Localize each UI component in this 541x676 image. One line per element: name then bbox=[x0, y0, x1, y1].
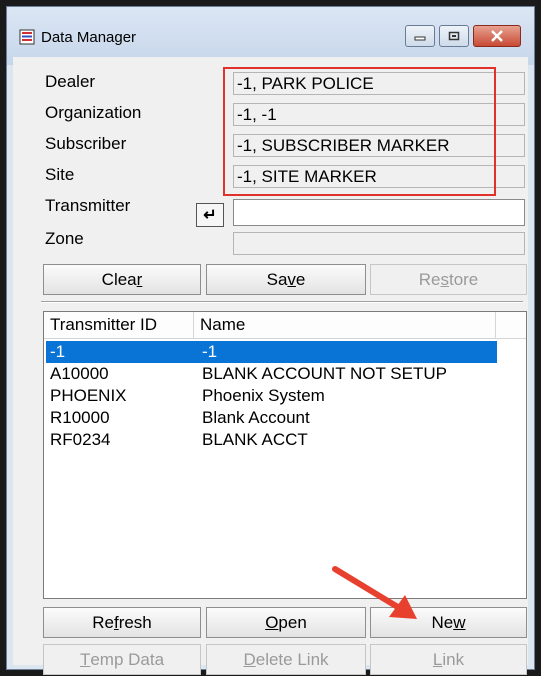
list-header: Transmitter ID Name bbox=[44, 312, 526, 339]
enter-button[interactable]: ↵ bbox=[196, 203, 224, 227]
cell-transmitter-id: PHOENIX bbox=[50, 386, 127, 405]
open-label-key: O bbox=[265, 612, 279, 632]
close-icon bbox=[491, 30, 503, 42]
transmitter-list[interactable]: Transmitter ID Name -1 -1 A10000 BLANK ACCO… bbox=[43, 311, 527, 599]
cell-name: -1 bbox=[202, 342, 218, 361]
refresh-button[interactable]: Re f resh bbox=[43, 607, 201, 638]
screenshot-frame: Data Manager Dealer -1, PARK POLICE Orga… bbox=[0, 0, 541, 676]
refresh-label-a: Re bbox=[92, 612, 114, 632]
subscriber-label: Subscriber bbox=[45, 134, 127, 153]
site-label: Site bbox=[45, 165, 75, 184]
temp-data-label-b: emp Data bbox=[90, 649, 165, 669]
clear-button[interactable]: Clea r bbox=[43, 264, 201, 295]
link-label-b: ink bbox=[442, 649, 465, 669]
list-row[interactable]: A10000 BLANK ACCOUNT NOT SETUP bbox=[46, 363, 497, 385]
zone-field bbox=[233, 232, 525, 255]
organization-field: -1, -1 bbox=[233, 103, 525, 126]
list-row[interactable]: RF0234 BLANK ACCT bbox=[46, 429, 497, 451]
list-row[interactable]: R10000 Blank Account bbox=[46, 407, 497, 429]
cell-name: Phoenix System bbox=[202, 386, 325, 405]
restore-button[interactable]: Re s tore bbox=[370, 264, 527, 295]
site-field: -1, SITE MARKER bbox=[233, 165, 525, 188]
separator bbox=[41, 301, 523, 303]
cell-transmitter-id: RF0234 bbox=[50, 430, 111, 449]
save-button[interactable]: Sa v e bbox=[206, 264, 366, 295]
maximize-button[interactable] bbox=[439, 25, 469, 47]
transmitter-label: Transmitter bbox=[45, 196, 131, 215]
save-label-b: e bbox=[295, 269, 306, 289]
delete-link-label-b: elete Link bbox=[255, 649, 329, 669]
enter-icon: ↵ bbox=[203, 207, 217, 224]
maximize-icon bbox=[448, 31, 460, 41]
zone-label: Zone bbox=[45, 229, 84, 248]
restore-label-b: tore bbox=[448, 269, 479, 289]
save-label-a: Sa bbox=[266, 269, 288, 289]
list-row[interactable]: PHOENIX Phoenix System bbox=[46, 385, 497, 407]
delete-link-button[interactable]: Delete Link bbox=[206, 644, 366, 675]
delete-link-label-key: D bbox=[243, 649, 256, 669]
refresh-label-b: resh bbox=[118, 612, 152, 632]
clear-label-a: Clea bbox=[101, 269, 137, 289]
dealer-label: Dealer bbox=[45, 72, 96, 91]
cell-name: BLANK ACCOUNT NOT SETUP bbox=[202, 364, 447, 383]
window-content: Dealer -1, PARK POLICE Organization -1, … bbox=[13, 57, 528, 675]
save-label-key: v bbox=[287, 269, 296, 289]
column-transmitter-id[interactable]: Transmitter ID bbox=[44, 312, 194, 338]
list-row[interactable]: -1 -1 bbox=[46, 341, 497, 363]
data-manager-window: Data Manager Dealer -1, PARK POLICE Orga… bbox=[6, 6, 535, 675]
new-label-key: w bbox=[453, 612, 466, 632]
app-icon bbox=[19, 29, 35, 45]
red-arrow-annotation bbox=[332, 566, 417, 619]
organization-label: Organization bbox=[45, 103, 142, 122]
restore-label-a: Re bbox=[418, 269, 441, 289]
subscriber-field: -1, SUBSCRIBER MARKER bbox=[233, 134, 525, 157]
transmitter-input[interactable] bbox=[233, 199, 525, 226]
link-label-key: L bbox=[432, 649, 443, 669]
restore-label-key: s bbox=[440, 269, 449, 289]
minimize-icon bbox=[414, 36, 426, 41]
column-name[interactable]: Name bbox=[194, 312, 496, 338]
link-button[interactable]: Link bbox=[370, 644, 527, 675]
close-button[interactable] bbox=[473, 25, 521, 47]
temp-data-button[interactable]: Temp Data bbox=[43, 644, 201, 675]
new-label-a: Ne bbox=[431, 612, 454, 632]
temp-data-label-key: T bbox=[79, 649, 91, 669]
cell-transmitter-id: -1 bbox=[50, 342, 66, 361]
cell-name: Blank Account bbox=[202, 408, 310, 427]
window-title: Data Manager bbox=[41, 29, 137, 46]
open-label-b: pen bbox=[278, 612, 307, 632]
minimize-button[interactable] bbox=[405, 25, 435, 47]
cell-transmitter-id: A10000 bbox=[50, 364, 109, 383]
cell-name: BLANK ACCT bbox=[202, 430, 308, 449]
cell-transmitter-id: R10000 bbox=[50, 408, 110, 427]
clear-label-key: r bbox=[136, 269, 143, 289]
dealer-field: -1, PARK POLICE bbox=[233, 72, 525, 95]
